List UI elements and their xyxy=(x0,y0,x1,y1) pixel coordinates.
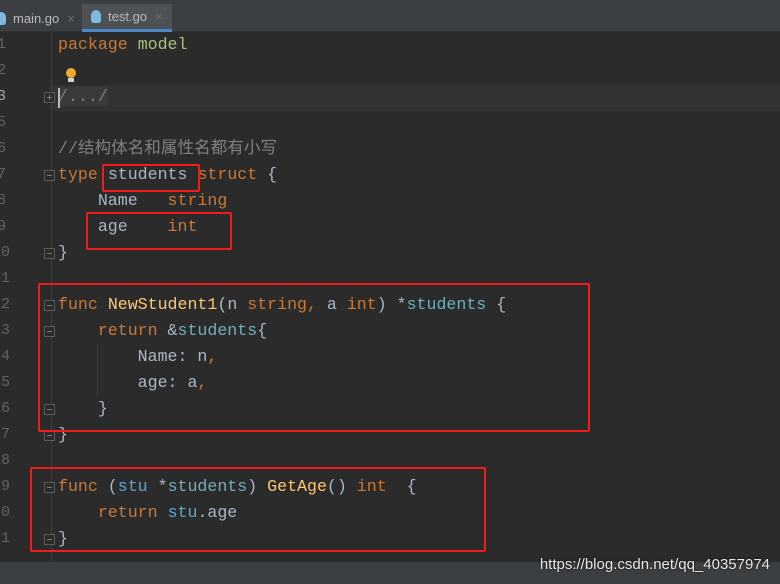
fold-expand-icon[interactable] xyxy=(44,92,55,103)
code-token: model xyxy=(137,35,188,54)
line-number: 18 xyxy=(0,452,11,469)
line-number: 16 xyxy=(0,400,11,417)
line-number: 19 xyxy=(0,478,11,495)
code-token: struct xyxy=(197,165,258,184)
line-number: 3 xyxy=(0,88,6,105)
folded-region[interactable]: /.../ xyxy=(58,87,108,106)
code-token: //结构体名和属性名都有小写 xyxy=(58,139,278,158)
watermark: https://blog.csdn.net/qq_40357974 xyxy=(539,556,770,573)
code-line[interactable]: package model xyxy=(58,32,187,58)
code-token: { xyxy=(257,165,278,184)
code-token: } xyxy=(58,243,68,262)
code-token: Name xyxy=(58,191,168,210)
line-number: 6 xyxy=(0,140,6,157)
close-icon[interactable]: × xyxy=(67,11,75,26)
line-number: 2 xyxy=(0,62,6,79)
gopher-icon xyxy=(0,11,6,25)
line-number: 9 xyxy=(0,218,6,235)
code-line[interactable]: /.../ xyxy=(58,84,108,110)
line-number: 10 xyxy=(0,244,11,261)
line-number: 20 xyxy=(0,504,11,521)
code-line[interactable]: } xyxy=(58,240,68,266)
fold-collapse-icon[interactable] xyxy=(44,170,55,181)
line-number: 5 xyxy=(0,114,6,131)
annotation-box-type-name xyxy=(102,164,200,192)
current-line-highlight xyxy=(52,85,780,111)
line-number: 14 xyxy=(0,348,11,365)
close-icon[interactable]: × xyxy=(155,9,163,24)
code-token: string xyxy=(167,191,228,210)
line-number: 11 xyxy=(0,270,11,287)
tab-test-go[interactable]: test.go × xyxy=(82,4,172,32)
gopher-icon xyxy=(91,10,101,23)
fold-collapse-icon[interactable] xyxy=(44,248,55,259)
line-number: 21 xyxy=(0,530,11,547)
annotation-box-constructor xyxy=(38,283,590,432)
line-number: 17 xyxy=(0,426,11,443)
code-token: package xyxy=(58,35,128,54)
tab-main-go[interactable]: main.go × xyxy=(0,4,78,32)
annotation-box-getage xyxy=(30,467,486,552)
editor-tab-bar: main.go × test.go × xyxy=(0,0,780,32)
line-number: 12 xyxy=(0,296,11,313)
line-number: 7 xyxy=(0,166,6,183)
line-number: 1 xyxy=(0,36,6,53)
text-caret xyxy=(58,88,60,108)
code-token: type xyxy=(58,165,98,184)
line-number: 15 xyxy=(0,374,11,391)
tab-label: main.go xyxy=(13,10,60,26)
code-line[interactable]: //结构体名和属性名都有小写 xyxy=(58,136,277,162)
line-number: 8 xyxy=(0,192,6,209)
line-number: 13 xyxy=(0,322,11,339)
lightbulb-icon[interactable] xyxy=(66,68,76,82)
annotation-box-age-field xyxy=(86,212,232,250)
tab-label: test.go xyxy=(108,9,148,24)
